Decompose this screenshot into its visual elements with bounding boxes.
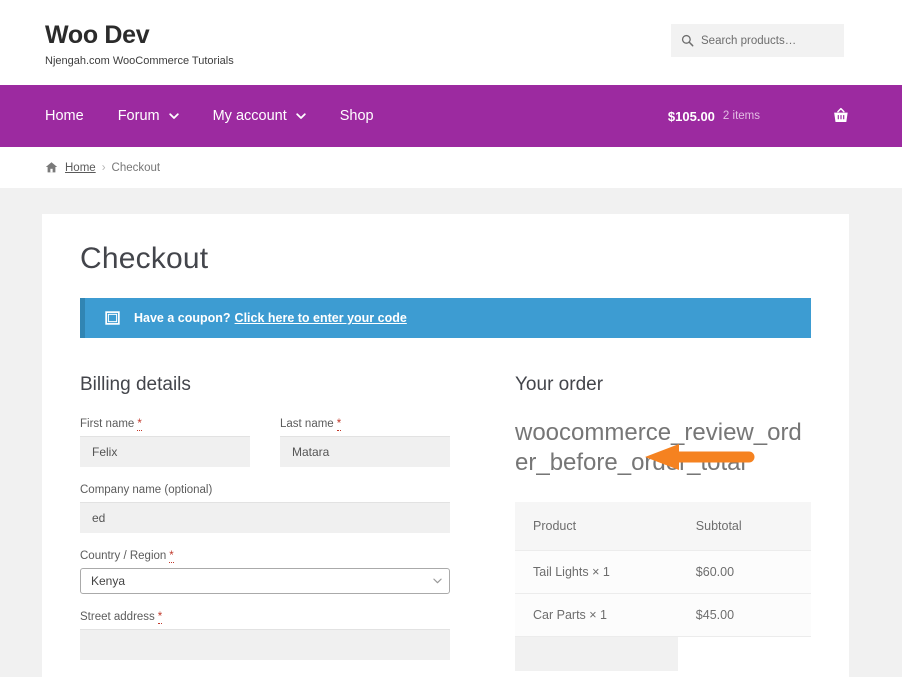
your-order-heading: Your order — [515, 374, 604, 395]
site-branding[interactable]: Woo Dev Njengah.com WooCommerce Tutorial… — [45, 21, 234, 68]
street-address-field: Street address * — [80, 611, 450, 660]
home-icon[interactable] — [45, 161, 58, 174]
cart-summary[interactable]: $105.00 2 items — [668, 85, 850, 147]
country-region-select[interactable]: Kenya — [80, 568, 450, 594]
order-table-head: Product Subtotal — [515, 502, 811, 551]
site-header: Woo Dev Njengah.com WooCommerce Tutorial… — [0, 0, 902, 85]
chevron-down-icon — [168, 113, 179, 119]
nav-menu: Home Forum My account Shop — [0, 108, 374, 124]
required-asterisk: * — [157, 611, 163, 624]
search-icon — [681, 34, 694, 47]
country-region-label: Country / Region * — [80, 550, 450, 563]
country-region-field: Country / Region * Kenya — [80, 550, 450, 594]
breadcrumb: Home › Checkout — [0, 147, 902, 188]
required-asterisk: * — [336, 418, 342, 431]
coupon-notice[interactable]: Have a coupon? Click here to enter your … — [80, 298, 811, 338]
product-name: Tail Lights — [533, 565, 589, 579]
header-product: Product — [515, 502, 678, 551]
hook-name-text: woocommerce_review_order_before_order_to… — [515, 418, 811, 478]
nav-item-label: My account — [212, 108, 287, 124]
order-table-header-row: Product Subtotal — [515, 502, 811, 551]
cell-product — [515, 636, 678, 671]
nav-item-home[interactable]: Home — [45, 108, 84, 124]
street-address-input[interactable] — [80, 629, 450, 660]
page-background: Checkout Have a coupon? Click here to en… — [0, 188, 902, 677]
product-name: Car Parts — [533, 608, 586, 622]
company-name-input[interactable] — [80, 502, 450, 533]
country-region-label-text: Country / Region — [80, 550, 167, 562]
coupon-prompt-text: Have a coupon? — [134, 311, 231, 325]
last-name-field: Last name * — [280, 418, 450, 467]
breadcrumb-home-link[interactable]: Home — [65, 162, 96, 174]
last-name-input[interactable] — [280, 436, 450, 467]
breadcrumb-separator: › — [101, 161, 106, 174]
chevron-down-icon — [296, 113, 306, 119]
cart-total-amount: $105.00 — [667, 108, 715, 124]
nav-item-label: Forum — [117, 108, 160, 124]
site-tagline: Njengah.com WooCommerce Tutorials — [45, 54, 234, 67]
company-name-label: Company name (optional) — [80, 484, 213, 496]
last-name-label-text: Last name — [280, 418, 334, 430]
product-quantity: × 1 — [592, 565, 610, 579]
coupon-toggle-link[interactable]: Click here to enter your code — [235, 311, 407, 325]
nav-item-label: Shop — [339, 108, 374, 124]
cell-subtotal — [677, 636, 811, 671]
nav-item-shop[interactable]: Shop — [340, 108, 374, 124]
order-table-body: Tail Lights × 1 $60.00 Car Parts × 1 $45… — [515, 550, 811, 671]
search-input[interactable] — [701, 34, 834, 47]
content-card: Checkout Have a coupon? Click here to en… — [42, 214, 849, 677]
content-inner: Checkout Have a coupon? Click here to en… — [42, 242, 849, 677]
nav-item-forum[interactable]: Forum — [118, 108, 179, 124]
country-region-select-wrap: Kenya — [80, 568, 450, 594]
shopping-basket-icon[interactable] — [832, 107, 850, 125]
chevron-down-icon[interactable] — [433, 578, 442, 584]
first-name-input[interactable] — [80, 436, 250, 467]
last-name-label: Last name * — [280, 418, 450, 431]
order-review-table: Product Subtotal Tail Lights × 1 $60.00 — [515, 502, 811, 671]
required-asterisk: * — [169, 550, 174, 563]
table-row-partial — [515, 636, 811, 671]
cart-item-count: 2 items — [722, 110, 760, 122]
product-search[interactable] — [671, 24, 844, 57]
company-name-field: Company name (optional) — [80, 484, 450, 533]
primary-navigation: Home Forum My account Shop $105.00 2 ite… — [0, 85, 902, 147]
street-address-label: Street address * — [80, 611, 450, 624]
cell-subtotal: $60.00 — [677, 550, 811, 594]
site-title: Woo Dev — [45, 21, 150, 49]
page-title: Checkout — [80, 242, 209, 275]
first-name-field: First name * — [80, 418, 250, 467]
nav-item-label: Home — [45, 108, 84, 124]
cell-subtotal: $45.00 — [677, 593, 811, 637]
cell-product: Tail Lights × 1 — [515, 550, 678, 594]
first-name-label-text: First name — [80, 418, 135, 430]
coupon-tag-icon — [105, 311, 120, 325]
table-row: Tail Lights × 1 $60.00 — [515, 550, 811, 594]
cell-product: Car Parts × 1 — [515, 593, 678, 637]
breadcrumb-current: Checkout — [111, 161, 161, 174]
billing-details-heading: Billing details — [80, 374, 191, 395]
street-address-label-text: Street address — [80, 611, 155, 623]
orange-left-arrow-annotation — [645, 444, 755, 470]
first-name-label: First name * — [80, 418, 250, 431]
nav-item-my-account[interactable]: My account — [213, 108, 306, 124]
country-region-selected-value: Kenya — [91, 574, 126, 588]
table-row: Car Parts × 1 $45.00 — [515, 593, 811, 637]
name-field-row: First name* Last name* — [80, 418, 480, 484]
required-asterisk: * — [137, 418, 142, 431]
product-quantity: × 1 — [589, 608, 608, 622]
header-subtotal: Subtotal — [677, 502, 811, 551]
